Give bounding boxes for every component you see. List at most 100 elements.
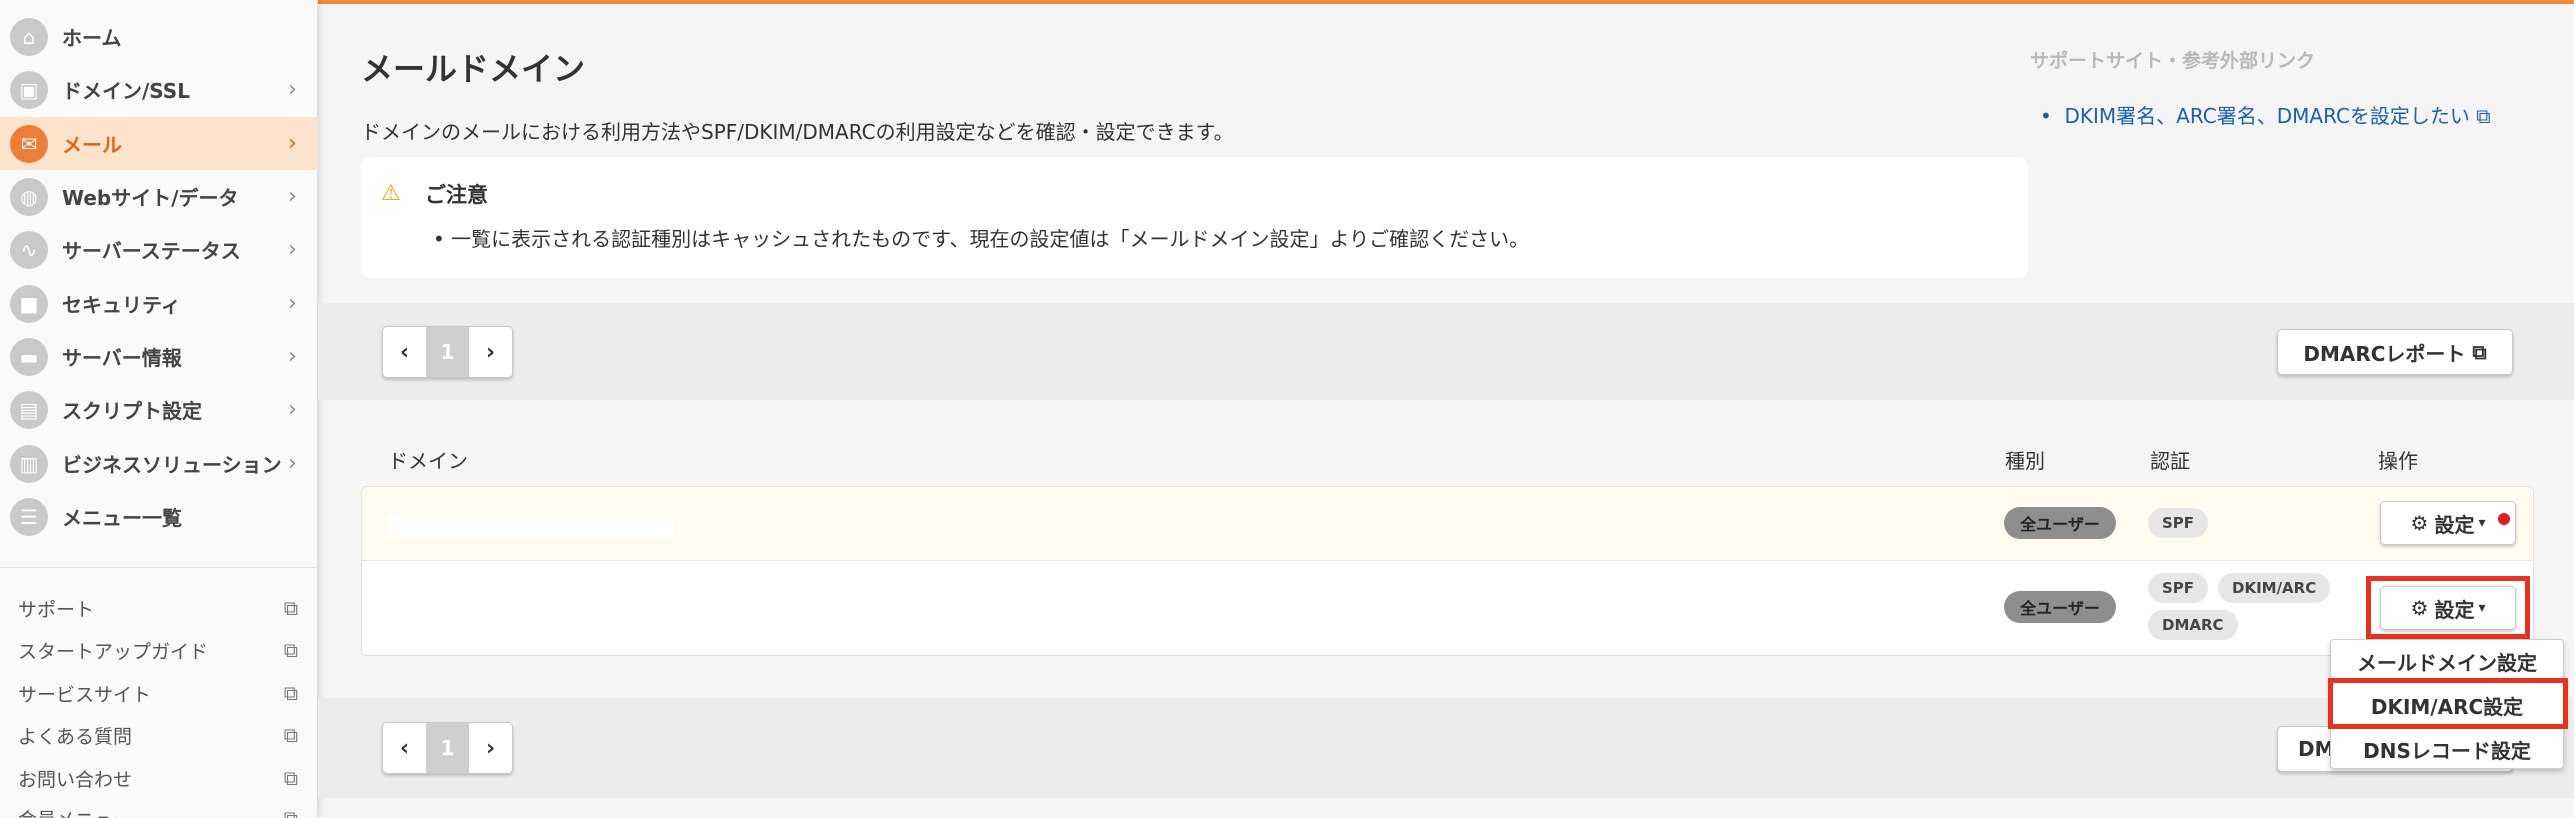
external-link-icon: ⧉ [283,638,298,662]
external-link-icon: ⧉ [2472,340,2487,364]
external-link-icon: ⧉ [283,596,298,620]
sidebar-divider [0,567,318,568]
sidebar-item-script-settings[interactable]: ▤ スクリプト設定 › [0,383,318,436]
external-link-icon: ⧉ [2476,104,2491,128]
chevron-right-icon: › [288,397,297,422]
warning-icon: ⚠ [381,181,401,206]
sidebar-link-label: サポート [18,598,95,621]
masked-domain-name [388,514,673,538]
auth-badge-dmarc: DMARC [2148,610,2238,640]
sidebar-link-label: スタートアップガイド [18,640,209,663]
home-icon: ⌂ [10,17,48,56]
external-link-icon: ⧉ [283,681,298,705]
notice-title: ご注意 [425,183,488,207]
sidebar-link-member-menu[interactable]: 会員メニュー ⧉ [18,800,298,818]
column-header-domain: ドメイン [388,449,468,473]
sidebar-item-label: ビジネスソリューション [62,453,282,477]
script-icon: ▤ [10,390,48,429]
page-title: メールドメイン [361,50,586,88]
column-header-type: 種別 [2005,449,2045,473]
sidebar-item-mail[interactable]: ✉ メール › [0,117,318,170]
highlight-box-dkim-arc [2328,678,2568,729]
sidebar-item-label: メニュー一覧 [62,506,182,530]
chevron-down-icon: ▾ [2478,515,2486,531]
sidebar-item-label: スクリプト設定 [62,399,202,423]
column-header-auth: 認証 [2150,449,2190,473]
auth-badge-dkim-arc: DKIM/ARC [2218,573,2331,603]
chevron-right-icon: › [288,291,297,316]
support-links-title: サポートサイト・参考外部リンク [2030,50,2316,72]
sidebar-item-label: ドメイン/SSL [62,79,190,103]
domain-icon: ▣ [10,70,48,109]
top-accent-bar [0,0,2574,4]
type-badge: 全ユーザー [2004,507,2116,539]
sidebar-link-label: サービスサイト [18,683,152,706]
notice-box: ⚠ ご注意 • 一覧に表示される認証種別はキャッシュされたものです、現在の設定値… [361,157,2028,278]
pagination-top: ‹ 1 › [382,326,513,378]
chevron-right-icon: › [288,237,297,262]
briefcase-icon: ▥ [10,444,48,483]
pagination-next-button[interactable]: › [469,723,512,773]
sidebar-item-label: サーバー情報 [62,346,182,370]
sidebar-item-server-status[interactable]: ∿ サーバーステータス › [0,223,318,276]
sidebar-link-startup-guide[interactable]: スタートアップガイド ⧉ [18,632,298,668]
settings-dropdown-button[interactable]: ⚙ 設定 ▾ [2380,501,2516,545]
sidebar-item-domain-ssl[interactable]: ▣ ドメイン/SSL › [0,63,318,116]
external-link-icon: ⧉ [283,766,298,790]
sidebar-link-service-site[interactable]: サービスサイト ⧉ [18,675,298,711]
lock-icon: ■ [10,284,48,323]
chevron-right-icon: › [288,131,297,156]
menu-item-mail-domain-settings[interactable]: メールドメイン設定 [2331,640,2563,682]
highlight-box-settings [2366,576,2530,639]
server-icon: ▬ [10,337,48,376]
pager-band-bottom [318,698,2574,798]
menu-item-dns-record-settings[interactable]: DNSレコード設定 [2331,728,2563,770]
auth-badge-spf: SPF [2148,508,2209,538]
pager-band-top [318,303,2574,400]
page-description: ドメインのメールにおける利用方法やSPF/DKIM/DMARCの利用設定などを確… [361,120,1234,144]
sidebar-item-business-solutions[interactable]: ▥ ビジネスソリューション › [0,437,318,490]
table-row [362,561,2533,655]
alert-dot [2498,513,2510,525]
sidebar-item-label: メール [62,133,122,157]
pagination-prev-button[interactable]: ‹ [383,327,426,377]
chevron-right-icon: › [288,77,297,102]
gear-icon: ⚙ [2410,511,2429,535]
sidebar-link-label: よくある質問 [18,725,133,748]
pagination-page-current[interactable]: 1 [426,327,469,377]
type-badge: 全ユーザー [2004,591,2116,623]
sidebar-link-support[interactable]: サポート ⧉ [18,590,298,626]
chart-icon: ∿ [10,230,48,269]
sidebar: ⌂ ホーム ▣ ドメイン/SSL › ✉ メール › ◍ Webサイト/データ … [0,0,318,818]
sidebar-link-faq[interactable]: よくある質問 ⧉ [18,717,298,753]
pagination-prev-button[interactable]: ‹ [383,723,426,773]
sidebar-link-label: お問い合わせ [18,768,133,791]
masked-domain-name [388,591,673,615]
auth-badge-spf: SPF [2148,573,2209,603]
sidebar-link-contact[interactable]: お問い合わせ ⧉ [18,760,298,796]
mail-icon: ✉ [10,124,48,163]
pagination-bottom: ‹ 1 › [382,722,513,774]
external-link-icon: ⧉ [283,723,298,747]
support-link-dkim-arc-dmarc[interactable]: • DKIM署名、ARC署名、DMARCを設定したい ⧉ [2040,100,2491,129]
sidebar-item-menu-list[interactable]: ☰ メニュー一覧 [0,490,318,543]
chevron-right-icon: › [288,451,297,476]
list-icon: ☰ [10,497,48,536]
notice-item: • 一覧に表示される認証種別はキャッシュされたものです、現在の設定値は「メールド… [433,227,1530,251]
external-link-icon: ⧉ [283,806,298,818]
pagination-page-current[interactable]: 1 [426,723,469,773]
sidebar-item-home[interactable]: ⌂ ホーム [0,10,318,63]
sidebar-item-server-info[interactable]: ▬ サーバー情報 › [0,330,318,383]
sidebar-item-security[interactable]: ■ セキュリティ › [0,277,318,330]
sidebar-item-label: セキュリティ [62,293,181,317]
globe-icon: ◍ [10,177,48,216]
column-header-action: 操作 [2378,449,2418,473]
sidebar-item-label: ホーム [62,26,122,50]
sidebar-item-label: Webサイト/データ [62,186,239,210]
sidebar-item-website-data[interactable]: ◍ Webサイト/データ › [0,170,318,223]
sidebar-link-label: 会員メニュー [18,805,132,818]
chevron-right-icon: › [288,184,297,209]
dmarc-report-button[interactable]: DMARCレポート ⧉ [2277,329,2513,375]
chevron-right-icon: › [288,344,297,369]
pagination-next-button[interactable]: › [469,327,512,377]
